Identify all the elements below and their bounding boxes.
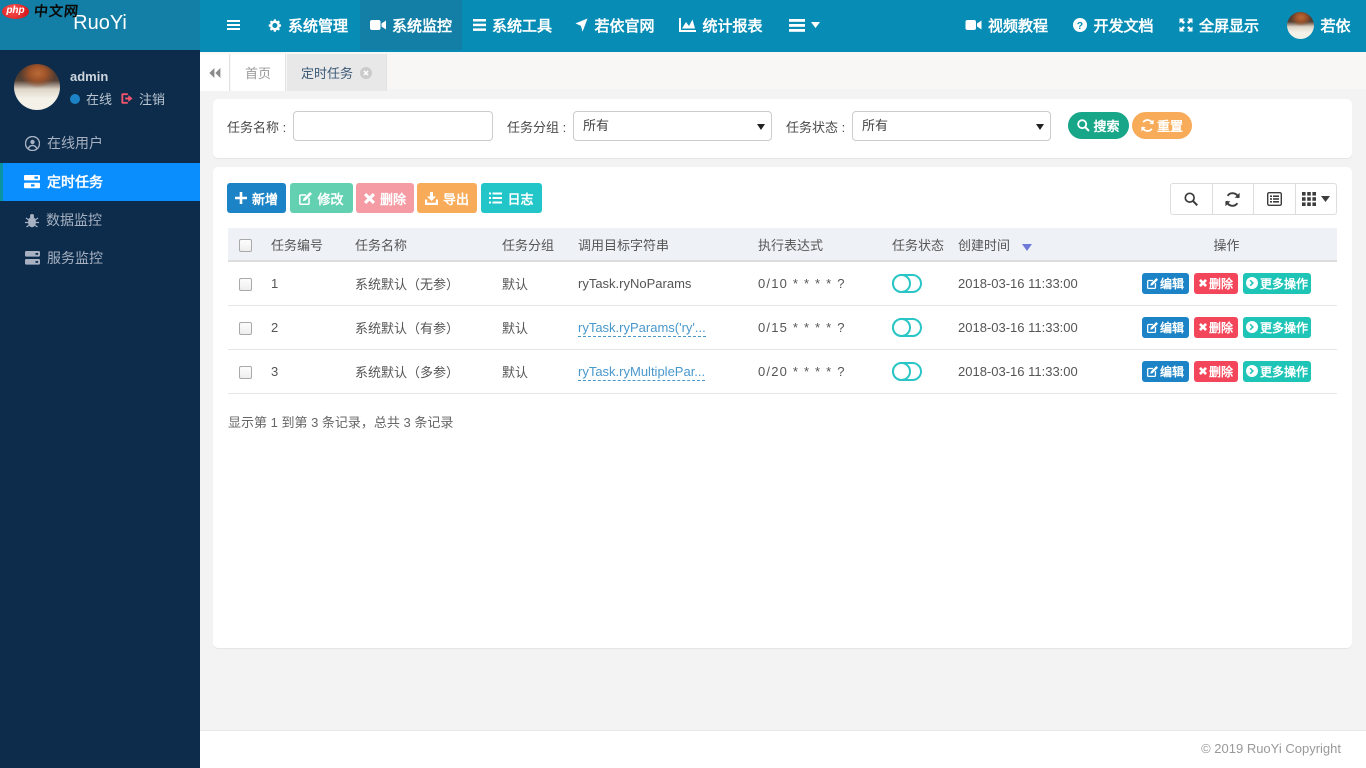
svg-text:?: ? <box>1077 20 1083 32</box>
